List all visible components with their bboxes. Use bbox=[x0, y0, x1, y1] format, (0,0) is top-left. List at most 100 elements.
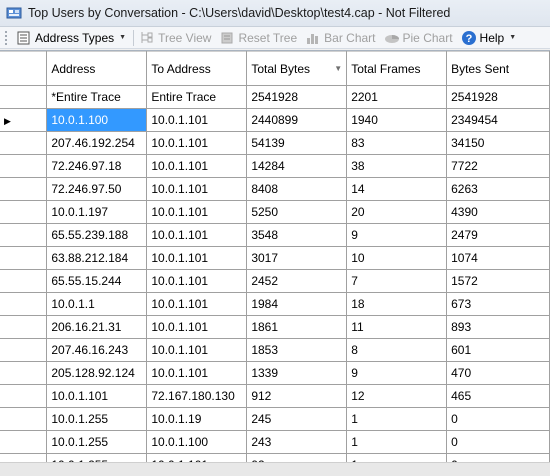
row-header[interactable] bbox=[0, 407, 48, 431]
row-header[interactable] bbox=[0, 453, 48, 462]
help-button[interactable]: ? Help ▼ bbox=[458, 28, 522, 48]
table-cell[interactable]: 1339 bbox=[246, 361, 348, 385]
table-row[interactable]: 63.88.212.184 10.0.1.101 3017 10 1074 bbox=[0, 246, 550, 270]
row-header[interactable] bbox=[0, 269, 48, 293]
bar-chart-button[interactable]: Bar Chart bbox=[302, 28, 380, 48]
table-cell[interactable]: 34150 bbox=[446, 131, 550, 155]
table-cell[interactable]: 2440899 bbox=[246, 108, 348, 132]
table-cell[interactable]: 10.0.1.100 bbox=[46, 108, 148, 132]
table-cell[interactable]: 2452 bbox=[246, 269, 348, 293]
table-row[interactable]: 10.0.1.255 10.0.1.19 245 1 0 bbox=[0, 407, 550, 431]
table-cell[interactable]: 0 bbox=[446, 407, 550, 431]
table-row[interactable]: 72.246.97.50 10.0.1.101 8408 14 6263 bbox=[0, 177, 550, 201]
table-row[interactable]: 207.46.16.243 10.0.1.101 1853 8 601 bbox=[0, 338, 550, 362]
table-cell[interactable]: 92 bbox=[246, 453, 348, 462]
table-cell[interactable]: 0 bbox=[446, 430, 550, 454]
table-cell[interactable]: 10.0.1.101 bbox=[146, 223, 248, 247]
column-header-bytes-sent[interactable]: Bytes Sent bbox=[446, 51, 550, 86]
table-cell[interactable]: 9 bbox=[346, 223, 448, 247]
row-header[interactable] bbox=[0, 177, 48, 201]
table-cell[interactable]: 2541928 bbox=[246, 85, 348, 109]
table-cell[interactable]: 10.0.1.101 bbox=[146, 269, 248, 293]
row-header[interactable] bbox=[0, 338, 48, 362]
table-cell[interactable]: 10 bbox=[346, 246, 448, 270]
table-cell[interactable]: 2541928 bbox=[446, 85, 550, 109]
row-header[interactable] bbox=[0, 200, 48, 224]
table-cell[interactable]: 38 bbox=[346, 154, 448, 178]
table-cell[interactable]: 10.0.1.19 bbox=[146, 407, 248, 431]
table-cell[interactable]: 912 bbox=[246, 384, 348, 408]
table-cell[interactable]: 10.0.1.101 bbox=[146, 246, 248, 270]
table-cell[interactable]: 2479 bbox=[446, 223, 550, 247]
table-row[interactable]: ▶ 10.0.1.100 10.0.1.101 2440899 1940 2349454 bbox=[0, 108, 550, 132]
table-cell[interactable]: 1861 bbox=[246, 315, 348, 339]
table-cell[interactable]: 7722 bbox=[446, 154, 550, 178]
table-cell[interactable]: 673 bbox=[446, 292, 550, 316]
table-cell[interactable]: 83 bbox=[346, 131, 448, 155]
table-cell[interactable]: 20 bbox=[346, 200, 448, 224]
table-cell[interactable]: 72.167.180.130 bbox=[146, 384, 248, 408]
table-cell[interactable]: 4390 bbox=[446, 200, 550, 224]
table-cell[interactable]: 14284 bbox=[246, 154, 348, 178]
table-cell[interactable]: 72.246.97.50 bbox=[46, 177, 148, 201]
table-cell[interactable]: 243 bbox=[246, 430, 348, 454]
row-header[interactable] bbox=[0, 292, 48, 316]
row-header[interactable] bbox=[0, 430, 48, 454]
table-cell[interactable]: 3017 bbox=[246, 246, 348, 270]
table-row[interactable]: 10.0.1.255 10.0.1.100 243 1 0 bbox=[0, 430, 550, 454]
table-cell[interactable]: 10.0.1.101 bbox=[146, 177, 248, 201]
row-header[interactable]: ▶ bbox=[0, 108, 48, 132]
table-cell[interactable]: 10.0.1.101 bbox=[146, 108, 248, 132]
table-row[interactable]: 65.55.15.244 10.0.1.101 2452 7 1572 bbox=[0, 269, 550, 293]
column-header-address[interactable]: Address bbox=[46, 51, 148, 86]
row-header[interactable] bbox=[0, 384, 48, 408]
column-header-total-frames[interactable]: Total Frames bbox=[346, 51, 448, 86]
conversation-grid[interactable]: Address To Address Total Bytes ▼ Total Fr… bbox=[0, 50, 550, 462]
table-cell[interactable]: 1940 bbox=[346, 108, 448, 132]
table-cell[interactable]: 10.0.1.101 bbox=[146, 154, 248, 178]
table-cell[interactable]: 205.128.92.124 bbox=[46, 361, 148, 385]
table-cell[interactable]: 65.55.15.244 bbox=[46, 269, 148, 293]
table-cell[interactable]: 10.0.1.255 bbox=[46, 430, 148, 454]
table-cell[interactable]: 10.0.1.101 bbox=[46, 384, 148, 408]
table-cell[interactable]: 18 bbox=[346, 292, 448, 316]
table-cell[interactable]: 10.0.1.101 bbox=[146, 315, 248, 339]
table-cell[interactable]: 10.0.1.101 bbox=[146, 453, 248, 462]
table-cell[interactable]: 1 bbox=[346, 453, 448, 462]
table-cell[interactable]: 10.0.1.255 bbox=[46, 407, 148, 431]
table-cell[interactable]: 1074 bbox=[446, 246, 550, 270]
table-cell[interactable]: Entire Trace bbox=[146, 85, 248, 109]
table-cell[interactable]: 3548 bbox=[246, 223, 348, 247]
table-cell[interactable]: 1984 bbox=[246, 292, 348, 316]
table-cell[interactable]: 10.0.1.101 bbox=[146, 131, 248, 155]
table-cell[interactable]: 465 bbox=[446, 384, 550, 408]
table-cell[interactable]: 1 bbox=[346, 430, 448, 454]
table-cell[interactable]: 207.46.16.243 bbox=[46, 338, 148, 362]
table-cell[interactable]: 470 bbox=[446, 361, 550, 385]
table-cell[interactable]: 72.246.97.18 bbox=[46, 154, 148, 178]
table-cell[interactable]: 10.0.1.197 bbox=[46, 200, 148, 224]
table-cell[interactable]: 54139 bbox=[246, 131, 348, 155]
table-cell[interactable]: 2201 bbox=[346, 85, 448, 109]
reset-tree-button[interactable]: Reset Tree bbox=[216, 28, 302, 48]
table-row[interactable]: 72.246.97.18 10.0.1.101 14284 38 7722 bbox=[0, 154, 550, 178]
row-header[interactable] bbox=[0, 85, 48, 109]
table-cell[interactable]: 245 bbox=[246, 407, 348, 431]
row-header[interactable] bbox=[0, 154, 48, 178]
table-cell[interactable]: 0 bbox=[446, 453, 550, 462]
table-cell[interactable]: 11 bbox=[346, 315, 448, 339]
table-row[interactable]: 10.0.1.25510.0.1.1019210 bbox=[0, 453, 550, 462]
table-row[interactable]: 10.0.1.101 72.167.180.130 912 12 465 bbox=[0, 384, 550, 408]
table-cell[interactable]: 65.55.239.188 bbox=[46, 223, 148, 247]
table-row[interactable]: 205.128.92.124 10.0.1.101 1339 9 470 bbox=[0, 361, 550, 385]
table-cell[interactable]: 10.0.1.255 bbox=[46, 453, 148, 462]
table-cell[interactable]: 8408 bbox=[246, 177, 348, 201]
table-cell[interactable]: 10.0.1.101 bbox=[146, 200, 248, 224]
table-cell[interactable]: 1572 bbox=[446, 269, 550, 293]
row-header[interactable] bbox=[0, 131, 48, 155]
column-header-to-address[interactable]: To Address bbox=[146, 51, 248, 86]
table-row[interactable]: 65.55.239.188 10.0.1.101 3548 9 2479 bbox=[0, 223, 550, 247]
address-types-button[interactable]: Address Types ▼ bbox=[13, 28, 131, 48]
toolbar-grip[interactable] bbox=[4, 29, 8, 46]
table-cell[interactable]: *Entire Trace bbox=[46, 85, 148, 109]
